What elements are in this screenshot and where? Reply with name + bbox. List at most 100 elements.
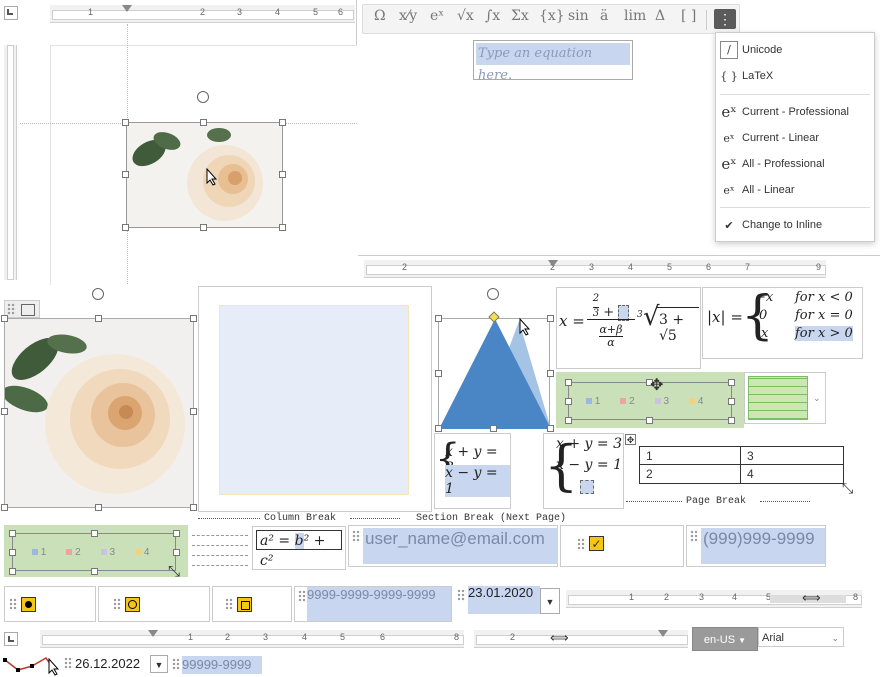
image-icon[interactable] xyxy=(21,303,36,316)
equation-absolute-value[interactable]: |x| = { −x for x < 0 0 for x = 0 x for x… xyxy=(702,286,863,359)
horizontal-ruler-4[interactable]: 1 2 3 4 5 6 8 xyxy=(40,630,464,648)
menu-item-unicode[interactable]: / Unicode xyxy=(716,37,874,63)
menu-item-label: LaTeX xyxy=(742,70,774,82)
drag-grip-icon[interactable] xyxy=(457,589,466,602)
menu-item-change-to-inline[interactable]: ✔ Change to Inline xyxy=(716,212,874,238)
drag-grip-icon[interactable] xyxy=(225,598,234,611)
menu-item-all-professional[interactable]: eˣ All - Professional xyxy=(716,151,874,177)
resize-horizontal-icon[interactable]: ⟺ xyxy=(802,590,821,606)
rose-image-selected[interactable] xyxy=(126,122,283,228)
matrix-icon[interactable]: [ ] xyxy=(681,8,696,24)
radio-unselected[interactable] xyxy=(125,597,140,612)
ruler-number: 6 xyxy=(380,632,386,642)
exponent-icon[interactable]: eˣ xyxy=(430,8,444,24)
phone-field[interactable]: (999)999-9999 xyxy=(701,528,825,564)
omega-icon[interactable]: Ω xyxy=(374,8,386,24)
dashed-table[interactable] xyxy=(192,527,250,569)
rose-picture xyxy=(127,123,282,227)
equation-system-1[interactable]: { x + y = 3 x − y = 1 xyxy=(434,433,511,509)
radical-icon[interactable]: √x xyxy=(457,8,474,24)
checkbox-checked[interactable]: ✓ xyxy=(589,536,604,551)
rose-image-large[interactable] xyxy=(4,318,194,508)
sum-icon[interactable]: Σx xyxy=(511,8,529,24)
rotate-handle-icon[interactable] xyxy=(487,288,499,300)
drag-grip-icon[interactable] xyxy=(298,590,307,603)
zip-field[interactable]: 99999-9999 xyxy=(182,656,262,674)
ruler-number: 2 xyxy=(402,262,408,272)
chart-selected[interactable]: 1 2 3 4 ✥ xyxy=(556,372,744,428)
accent-icon[interactable]: ä xyxy=(600,8,608,24)
horizontal-ruler-3[interactable]: 1 2 3 4 5 8 ⟺ xyxy=(566,590,862,608)
chart-selected-2[interactable]: 1 2 3 4 ⤡ xyxy=(4,525,188,580)
table-style-gallery[interactable]: ⌄ xyxy=(744,372,826,424)
limit-icon[interactable]: lim xyxy=(624,8,646,24)
resize-horizontal-icon[interactable]: ⟺ xyxy=(550,630,569,646)
drag-grip-icon[interactable] xyxy=(64,657,73,670)
table-style-preview[interactable] xyxy=(748,376,808,420)
dropdown-arrow-icon[interactable]: ▼ xyxy=(150,655,168,673)
table-cell[interactable]: 1 xyxy=(640,447,741,465)
date-field[interactable]: 23.01.2020 xyxy=(468,586,540,614)
data-table[interactable]: 1 3 2 4 xyxy=(639,446,844,484)
indent-marker-icon[interactable] xyxy=(658,630,668,637)
drag-grip-icon[interactable] xyxy=(690,530,699,543)
text-frame[interactable] xyxy=(198,286,432,512)
radio-selected[interactable] xyxy=(21,597,36,612)
card-number-field[interactable]: 9999-9999-9999-9999 xyxy=(307,587,451,621)
date-field[interactable]: 26.12.2022 xyxy=(75,654,151,674)
checkbox-unchecked[interactable] xyxy=(237,597,252,612)
legend-label: 4 xyxy=(143,547,150,558)
legend-label: 3 xyxy=(663,396,670,407)
horizontal-ruler-5[interactable]: 2 ⟺ xyxy=(474,630,688,648)
horizontal-ruler[interactable]: 1 2 3 4 5 6 xyxy=(50,5,355,23)
drag-grip-icon[interactable] xyxy=(352,530,361,543)
date-picker-1[interactable]: 23.01.2020 ▼ xyxy=(454,586,562,616)
operator-icon[interactable]: Δ xyxy=(655,8,665,24)
drag-grip-icon[interactable] xyxy=(7,303,16,316)
horizontal-ruler-2[interactable]: 2 2 3 4 5 6 7 9 xyxy=(364,260,826,278)
table-move-icon[interactable]: ✥ xyxy=(625,434,636,445)
email-field[interactable]: user_name@email.com xyxy=(363,528,558,564)
rotate-handle-icon[interactable] xyxy=(197,91,209,103)
menu-item-current-professional[interactable]: eˣ Current - Professional xyxy=(716,99,874,125)
menu-item-latex[interactable]: { } LaTeX xyxy=(716,63,874,89)
move-icon[interactable]: ✥ xyxy=(650,375,663,395)
indent-marker-icon[interactable] xyxy=(148,630,158,637)
equation-pythagorean[interactable]: a² = b² + c² xyxy=(252,526,346,570)
equation-placeholder-slot[interactable] xyxy=(580,480,594,494)
table-cell[interactable]: 2 xyxy=(640,465,741,483)
equation-input-box[interactable]: Type an equation here. xyxy=(473,40,633,83)
vertical-ruler[interactable] xyxy=(4,45,17,280)
integral-icon[interactable]: ∫x xyxy=(485,8,500,24)
more-vertical-icon[interactable]: ⋮ xyxy=(714,9,736,29)
triangle-shape[interactable] xyxy=(438,318,551,429)
column-break-label: Column Break xyxy=(264,513,337,524)
table-cell[interactable]: 3 xyxy=(741,447,843,465)
fraction-icon[interactable]: x⁄y xyxy=(399,8,417,24)
dropdown-arrow-icon[interactable]: ▼ xyxy=(540,588,560,614)
resize-icon[interactable]: ⤡ xyxy=(168,563,180,580)
doc-editor-top-left: 1 2 3 4 5 6 xyxy=(0,0,357,285)
equation-fraction-radical[interactable]: x = 23 + α+β α 3 √ 3 + √5 xyxy=(556,287,701,369)
drag-grip-icon[interactable] xyxy=(9,598,18,611)
equation-system-2[interactable]: { x + y = 3 x − y = 1 xyxy=(543,433,624,509)
menu-item-current-linear[interactable]: eˣ Current - Linear xyxy=(716,125,874,151)
chevron-down-icon[interactable]: ⌄ xyxy=(813,393,821,404)
ruler-corner[interactable] xyxy=(4,632,18,646)
indent-marker-icon[interactable] xyxy=(548,260,558,267)
rotate-handle-icon[interactable] xyxy=(92,288,104,300)
drag-grip-icon[interactable] xyxy=(113,598,122,611)
drag-grip-icon[interactable] xyxy=(172,658,181,671)
table-cell[interactable]: 4 xyxy=(741,465,843,483)
menu-item-all-linear[interactable]: eˣ All - Linear xyxy=(716,177,874,203)
date-picker-2[interactable]: 26.12.2022 ▼ xyxy=(62,654,170,674)
indent-marker-icon[interactable] xyxy=(122,5,132,12)
font-select[interactable]: Arial ⌄ xyxy=(758,627,844,647)
drag-grip-icon[interactable] xyxy=(577,538,586,551)
language-button[interactable]: en-US ▼ xyxy=(692,627,758,651)
text-frame-fill[interactable] xyxy=(219,305,409,495)
resize-icon[interactable]: ⤡ xyxy=(842,480,853,497)
brackets-icon[interactable]: {x} xyxy=(539,8,565,24)
case-condition: for x = 0 xyxy=(795,308,853,323)
function-icon[interactable]: sin xyxy=(568,8,589,24)
